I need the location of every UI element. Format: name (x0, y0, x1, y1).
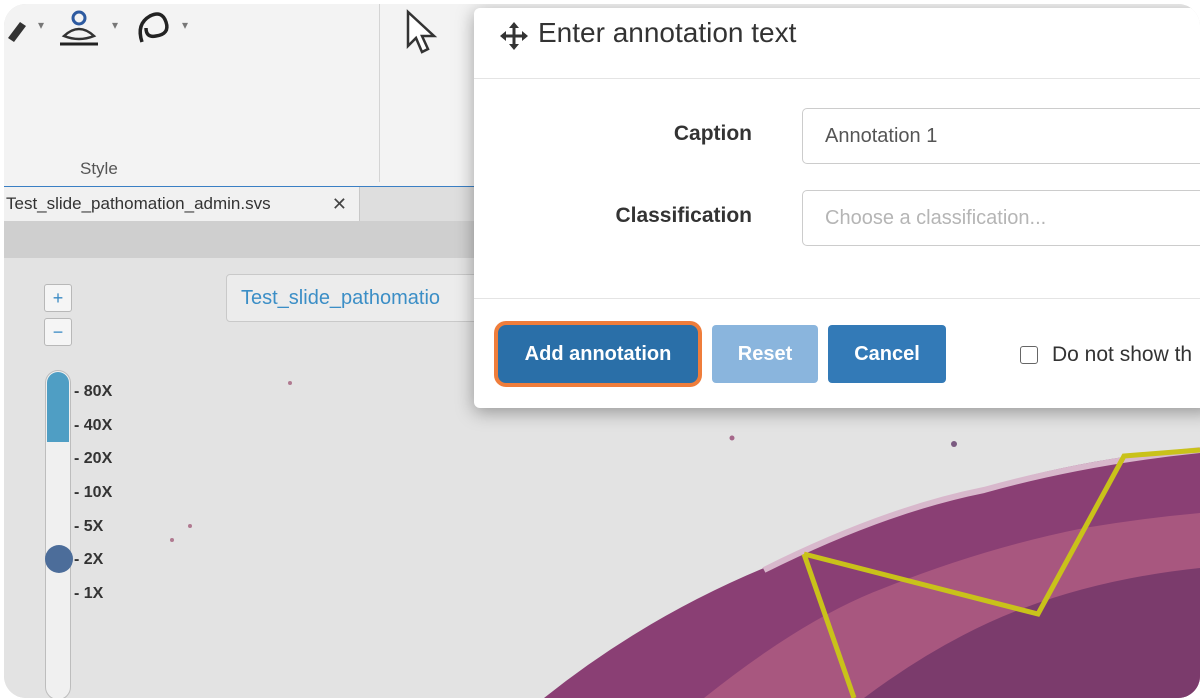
zoom-out-button[interactable]: − (44, 318, 72, 346)
zoom-level-40x[interactable]: - 40X (74, 412, 112, 446)
caption-label: Caption (673, 122, 752, 145)
zoom-level-2x[interactable]: - 2X (74, 546, 112, 580)
classification-row: Classification (474, 190, 1200, 246)
move-icon[interactable] (498, 20, 530, 57)
pen-tool-icon[interactable] (4, 8, 40, 53)
ribbon-group-label: Style (80, 159, 118, 178)
do-not-show-option[interactable]: Do not show th (1020, 343, 1192, 367)
slide-title: Test_slide_pathomatio (226, 274, 486, 322)
zoom-slider-handle[interactable] (45, 545, 73, 573)
dialog-title: Enter annotation text (538, 17, 797, 48)
cancel-button[interactable]: Cancel (828, 325, 946, 383)
chevron-down-icon[interactable]: ▾ (38, 18, 44, 32)
classification-label: Classification (615, 204, 752, 227)
lasso-icon[interactable] (132, 8, 176, 53)
zoom-level-80x[interactable]: - 80X (74, 378, 112, 412)
zoom-level-5x[interactable]: - 5X (74, 513, 112, 547)
pointer-icon[interactable] (402, 8, 442, 63)
zoom-level-20x[interactable]: - 20X (74, 445, 112, 479)
chevron-down-icon[interactable]: ▾ (182, 18, 188, 32)
zoom-level-1x[interactable]: - 1X (74, 580, 112, 614)
zoom-slider-fill (47, 372, 69, 442)
caption-row: Caption (474, 108, 1200, 164)
tab-slide[interactable]: Test_slide_pathomation_admin.svs ✕ (4, 187, 360, 221)
close-icon[interactable]: ✕ (332, 187, 347, 221)
chevron-down-icon[interactable]: ▾ (112, 18, 118, 32)
ribbon-separator (379, 4, 380, 182)
app-window: ▾ ▾ ▾ Style Test_slide_pathomation_admin… (4, 4, 1200, 698)
zoom-in-button[interactable]: + (44, 284, 72, 312)
tab-label: Test_slide_pathomation_admin.svs (6, 194, 271, 213)
dialog-footer: Add annotation Reset Cancel Do not show … (474, 298, 1200, 409)
dialog-header[interactable]: Enter annotation text (474, 8, 1200, 79)
zoom-level-10x[interactable]: - 10X (74, 479, 112, 513)
add-annotation-button[interactable]: Add annotation (498, 325, 698, 383)
do-not-show-checkbox[interactable] (1020, 346, 1038, 364)
do-not-show-label: Do not show th (1052, 343, 1193, 366)
paw-stamp-icon[interactable] (56, 8, 102, 53)
zoom-level-labels: - 80X - 40X - 20X - 10X - 5X - 2X - 1X (74, 378, 112, 614)
annotation-dialog: Enter annotation text Caption Classifica… (474, 8, 1200, 408)
reset-button[interactable]: Reset (712, 325, 818, 383)
caption-input[interactable] (802, 108, 1200, 164)
classification-input[interactable] (802, 190, 1200, 246)
